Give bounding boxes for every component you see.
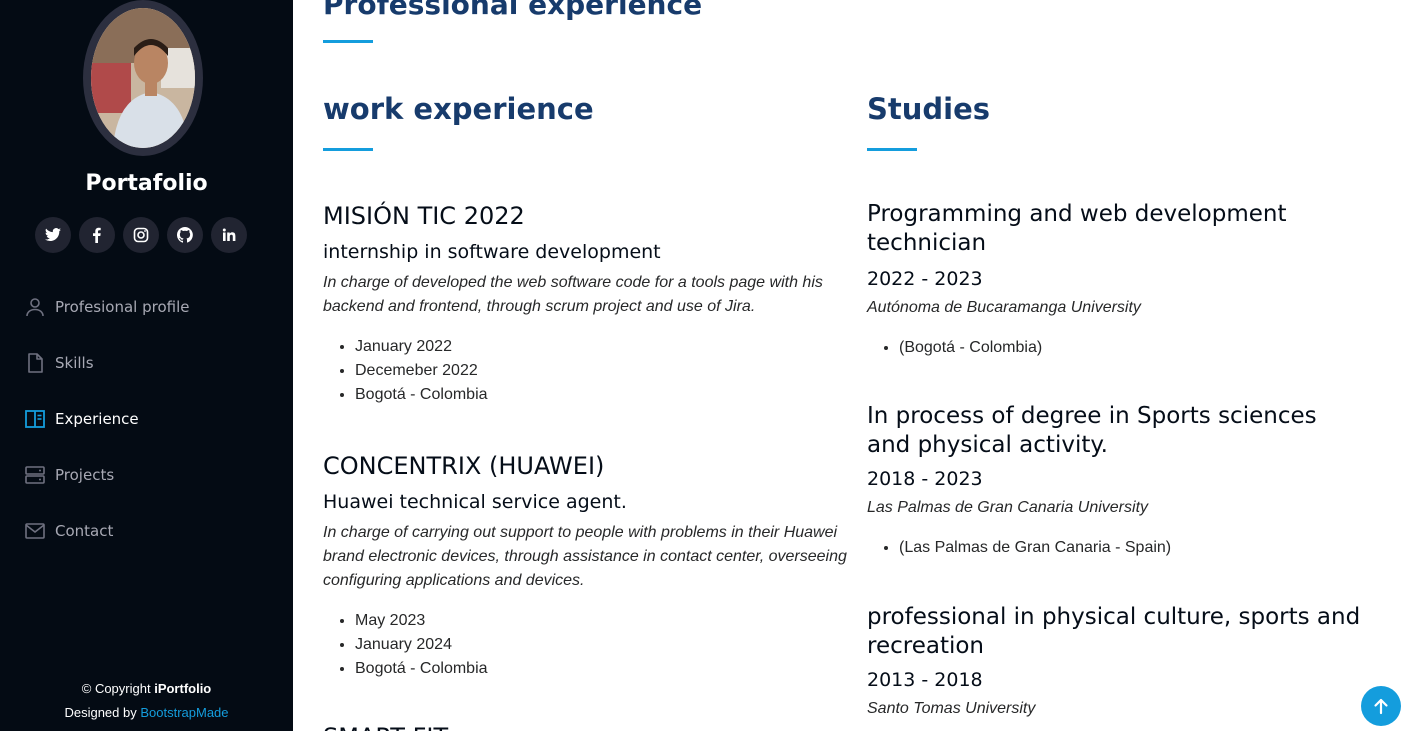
study-years: 2018 - 2023 bbox=[867, 468, 983, 490]
job-role: internship in software development bbox=[323, 241, 661, 263]
work-experience-title: work experience bbox=[323, 92, 594, 126]
section-title: Professional experience bbox=[323, 0, 703, 21]
study-details-list: (Las Palmas de Gran Canaria - Spain) bbox=[899, 536, 1367, 560]
file-icon bbox=[28, 353, 43, 373]
list-item: May 2023 bbox=[355, 609, 848, 633]
linkedin-icon bbox=[222, 228, 236, 241]
main-content: Professional experience work experience … bbox=[323, 0, 1383, 731]
instagram-icon bbox=[133, 227, 149, 243]
work-item: SMART FIT bbox=[323, 722, 848, 731]
work-title-underline bbox=[323, 148, 373, 151]
study-years: 2013 - 2018 bbox=[867, 669, 983, 691]
work-item: CONCENTRIX (HUAWEI) Huawei technical ser… bbox=[323, 451, 848, 681]
sidebar-footer: © Copyright iPortfolio Designed by Boots… bbox=[0, 677, 293, 725]
facebook-link[interactable] bbox=[79, 217, 115, 253]
study-years: 2022 - 2023 bbox=[867, 268, 983, 290]
list-item: Decemeber 2022 bbox=[355, 359, 848, 383]
envelope-icon bbox=[25, 523, 45, 539]
job-details-list: May 2023 January 2024 Bogotá - Colombia bbox=[355, 609, 848, 681]
arrow-up-icon bbox=[1374, 698, 1388, 715]
book-columns-icon bbox=[25, 410, 45, 428]
study-item: Programming and web development technici… bbox=[867, 200, 1367, 360]
designer-link[interactable]: BootstrapMade bbox=[140, 705, 228, 720]
twitter-link[interactable] bbox=[35, 217, 71, 253]
nav-item-label: Contact bbox=[55, 522, 114, 540]
company-name: MISIÓN TIC 2022 bbox=[323, 202, 525, 230]
nav-item-profile[interactable]: Profesional profile bbox=[0, 279, 293, 335]
avatar bbox=[83, 0, 203, 156]
study-item: professional in physical culture, sports… bbox=[867, 603, 1367, 721]
job-details-list: January 2022 Decemeber 2022 Bogotá - Col… bbox=[355, 335, 848, 407]
profile-photo bbox=[91, 8, 195, 148]
designed-by-text: Designed by bbox=[64, 705, 141, 720]
social-links bbox=[35, 217, 247, 253]
degree-name: In process of degree in Sports sciences … bbox=[867, 403, 1317, 458]
nav-item-skills[interactable]: Skills bbox=[0, 335, 293, 391]
nav-item-label: Projects bbox=[55, 466, 115, 484]
copyright-brand: iPortfolio bbox=[154, 681, 212, 696]
company-name: SMART FIT bbox=[323, 722, 848, 731]
study-item: In process of degree in Sports sciences … bbox=[867, 402, 1367, 560]
job-role: Huawei technical service agent. bbox=[323, 491, 627, 513]
work-item: MISIÓN TIC 2022 internship in software d… bbox=[323, 201, 848, 407]
nav-item-projects[interactable]: Projects bbox=[0, 447, 293, 503]
sidebar: Portafolio Profesional profile Skills Ex bbox=[0, 0, 293, 731]
list-item: Bogotá - Colombia bbox=[355, 657, 848, 681]
company-name: CONCENTRIX (HUAWEI) bbox=[323, 452, 605, 480]
github-link[interactable] bbox=[167, 217, 203, 253]
linkedin-link[interactable] bbox=[211, 217, 247, 253]
sidebar-nav: Profesional profile Skills Experience Pr… bbox=[0, 279, 293, 559]
nav-item-label: Profesional profile bbox=[55, 298, 190, 316]
school-name: Santo Tomas University bbox=[867, 700, 1036, 717]
back-to-top-button[interactable] bbox=[1361, 686, 1401, 726]
section-title-underline bbox=[323, 40, 373, 43]
twitter-icon bbox=[45, 228, 61, 241]
nav-item-experience[interactable]: Experience bbox=[0, 391, 293, 447]
school-name: Las Palmas de Gran Canaria University bbox=[867, 499, 1149, 516]
list-item: Bogotá - Colombia bbox=[355, 383, 848, 407]
degree-name: professional in physical culture, sports… bbox=[867, 604, 1361, 659]
nav-item-label: Experience bbox=[55, 410, 139, 428]
person-icon bbox=[26, 298, 44, 317]
site-title[interactable]: Portafolio bbox=[0, 171, 293, 196]
server-icon bbox=[25, 466, 45, 484]
studies-title-underline bbox=[867, 148, 917, 151]
studies-title: Studies bbox=[867, 92, 991, 126]
list-item: (Las Palmas de Gran Canaria - Spain) bbox=[899, 536, 1367, 560]
nav-item-label: Skills bbox=[55, 354, 94, 372]
copyright: © Copyright iPortfolio bbox=[0, 677, 293, 701]
github-icon bbox=[177, 227, 193, 243]
job-description: In charge of developed the web software … bbox=[323, 274, 823, 315]
instagram-link[interactable] bbox=[123, 217, 159, 253]
degree-name: Programming and web development technici… bbox=[867, 201, 1287, 256]
nav-item-contact[interactable]: Contact bbox=[0, 503, 293, 559]
copyright-prefix: © Copyright bbox=[81, 681, 155, 696]
school-name: Autónoma de Bucaramanga University bbox=[867, 299, 1141, 316]
study-details-list: (Bogotá - Colombia) bbox=[899, 336, 1367, 360]
facebook-icon bbox=[93, 227, 101, 243]
list-item: January 2022 bbox=[355, 335, 848, 359]
credits: Designed by BootstrapMade bbox=[0, 701, 293, 725]
list-item: (Bogotá - Colombia) bbox=[899, 336, 1367, 360]
job-description: In charge of carrying out support to peo… bbox=[323, 524, 847, 589]
list-item: January 2024 bbox=[355, 633, 848, 657]
